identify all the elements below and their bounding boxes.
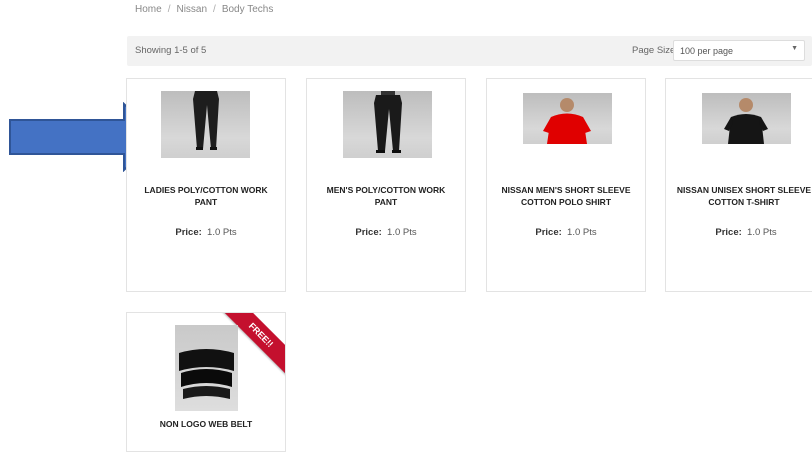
- product-image[interactable]: [161, 91, 250, 158]
- product-card[interactable]: FREE!! NON LOGO WEB BELT: [126, 312, 286, 452]
- price-value: 1.0 Pts: [207, 227, 237, 238]
- price-label: Price:: [715, 227, 742, 238]
- product-price: Price: 1.0 Pts: [666, 227, 812, 238]
- results-count: Showing 1-5 of 5: [135, 45, 207, 56]
- page-size-value: 100 per page: [680, 46, 734, 56]
- product-price: Price: 1.0 Pts: [487, 227, 645, 238]
- product-price: Price: 1.0 Pts: [127, 227, 285, 238]
- chevron-down-icon: ▼: [791, 45, 798, 52]
- product-card[interactable]: MEN'S POLY/COTTON WORK PANT Price: 1.0 P…: [306, 78, 466, 292]
- price-value: 1.0 Pts: [387, 227, 417, 238]
- product-name[interactable]: NISSAN UNISEX SHORT SLEEVE COTTON T-SHIR…: [670, 184, 812, 208]
- breadcrumb-home[interactable]: Home: [135, 4, 162, 15]
- breadcrumb-nissan[interactable]: Nissan: [176, 4, 207, 15]
- breadcrumb-separator: /: [167, 4, 171, 15]
- results-toolbar: Showing 1-5 of 5 Page Size 100 per page …: [127, 36, 812, 66]
- page-size-select[interactable]: 100 per page ▼: [673, 40, 805, 61]
- product-image[interactable]: [343, 91, 432, 158]
- product-price: Price: 1.0 Pts: [307, 227, 465, 238]
- product-name[interactable]: NISSAN MEN'S SHORT SLEEVE COTTON POLO SH…: [495, 184, 637, 208]
- product-name[interactable]: LADIES POLY/COTTON WORK PANT: [135, 184, 277, 208]
- product-image[interactable]: [702, 93, 791, 144]
- price-label: Price:: [355, 227, 382, 238]
- product-card[interactable]: NISSAN MEN'S SHORT SLEEVE COTTON POLO SH…: [486, 78, 646, 292]
- breadcrumb-separator: /: [213, 4, 216, 15]
- product-card[interactable]: LADIES POLY/COTTON WORK PANT Price: 1.0 …: [126, 78, 286, 292]
- product-card[interactable]: NISSAN UNISEX SHORT SLEEVE COTTON T-SHIR…: [665, 78, 812, 292]
- breadcrumb: Home / Nissan / Body Techs: [135, 4, 273, 15]
- product-name[interactable]: MEN'S POLY/COTTON WORK PANT: [315, 184, 457, 208]
- price-label: Price:: [535, 227, 562, 238]
- product-image[interactable]: [523, 93, 612, 144]
- price-value: 1.0 Pts: [567, 227, 597, 238]
- product-name[interactable]: NON LOGO WEB BELT: [135, 418, 277, 430]
- page-size-label: Page Size: [632, 45, 676, 56]
- price-label: Price:: [175, 227, 202, 238]
- product-image[interactable]: [175, 325, 238, 411]
- price-value: 1.0 Pts: [747, 227, 777, 238]
- breadcrumb-current: Body Techs: [221, 4, 274, 15]
